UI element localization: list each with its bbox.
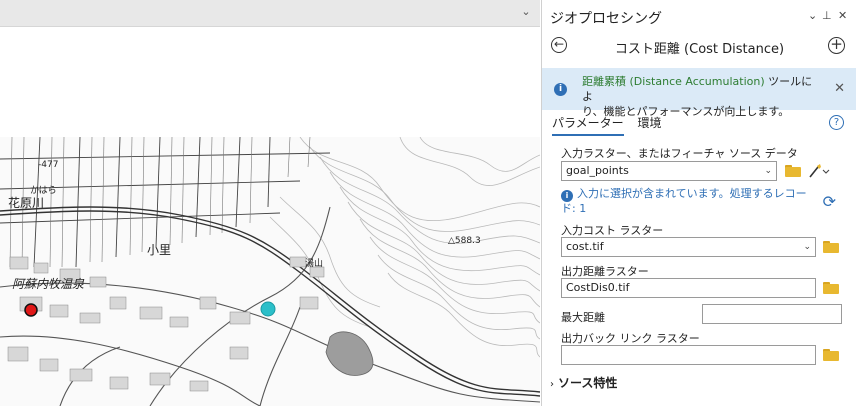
close-pane-button[interactable]: ✕ [838,9,847,22]
map-toolbar: ⌄ [0,0,540,27]
section-label: ソース特性 [558,376,618,390]
info-icon: i [554,83,567,96]
chevron-down-icon[interactable]: ⌄ [520,6,532,18]
help-icon[interactable]: ? [829,115,844,130]
refresh-icon[interactable]: ⟳ [823,192,836,211]
source-characteristics-section[interactable]: › ソース特性 [550,374,617,391]
pane-options-dropdown[interactable]: ⌄ [808,9,817,22]
tab-environments[interactable]: 環境 [637,114,661,134]
cost-raster-value: cost.tif [566,240,604,253]
chevron-down-icon[interactable]: ⌄ [803,238,811,256]
folder-icon[interactable] [823,282,839,294]
output-distance-label: 出力距離ラスター [561,265,649,278]
info-banner: i 距離累積 (Distance Accumulation) ツールによ り、機能… [542,68,856,118]
folder-icon[interactable] [823,349,839,361]
map-label-477: -477 [38,160,59,170]
map-label-onsen: 阿蘇内牧温泉 [12,277,85,291]
banner-text: 距離累積 (Distance Accumulation) ツールによ り、機能とパ… [582,74,822,119]
input-raster-label: 入力ラスター、またはフィーチャ ソース データ [561,147,798,160]
topographic-map [0,137,540,406]
folder-icon[interactable] [785,165,801,177]
input-raster-value: goal_points [566,164,629,177]
map-view[interactable]: ⌄ -477 かはら 花原川 阿蘇内牧温泉 小里 湯山 △588.3 [0,0,540,406]
pane-title: ジオプロセシング [550,11,662,27]
max-distance-label: 最大距離 [561,311,605,324]
add-plus-icon[interactable]: + [828,37,845,54]
map-label-elevation: △588.3 [448,236,481,246]
cost-raster-field[interactable]: cost.tif ⌄ [561,237,816,257]
cost-raster-label: 入力コスト ラスター [561,224,664,237]
pane-tabs: パラメーター 環境 [552,114,671,136]
distance-accumulation-link[interactable]: 距離累積 (Distance Accumulation) [582,75,765,88]
tool-title: コスト距離 (Cost Distance) [614,42,785,57]
output-distance-field[interactable]: CostDis0.tif [561,278,816,298]
map-label-yuyama: 湯山 [305,259,324,269]
source-point-marker[interactable] [260,301,276,317]
selection-notice-text[interactable]: 入力に選択が含まれています。処理するレコード: 1 [561,187,807,215]
pin-icon[interactable]: ⊥ [822,9,832,22]
backlink-raster-label: 出力バック リンク ラスター [561,332,700,345]
geoprocessing-pane: ジオプロセシング ⌄ ⊥ ✕ ← コスト距離 (Cost Distance) +… [541,0,856,406]
folder-icon[interactable] [823,241,839,253]
tab-parameters[interactable]: パラメーター [552,114,624,136]
goal-point-marker[interactable] [24,303,38,317]
map-label-kosato: 小里 [147,243,172,257]
chevron-right-icon: › [550,379,554,390]
tool-header: ← コスト距離 (Cost Distance) + [542,34,856,62]
edit-features-icon[interactable] [808,163,830,179]
selection-notice: i 入力に選択が含まれています。処理するレコード: 1 [561,187,821,216]
info-icon: i [561,190,573,202]
backlink-raster-field[interactable] [561,345,816,365]
input-raster-field[interactable]: goal_points ⌄ [561,161,777,181]
map-label-haranogawa: 花原川 [8,196,45,210]
map-blank-area [0,27,540,137]
close-banner-icon[interactable]: ✕ [834,81,845,96]
chevron-down-icon[interactable]: ⌄ [764,162,772,180]
max-distance-field[interactable] [702,304,842,324]
output-distance-value: CostDis0.tif [566,281,630,294]
